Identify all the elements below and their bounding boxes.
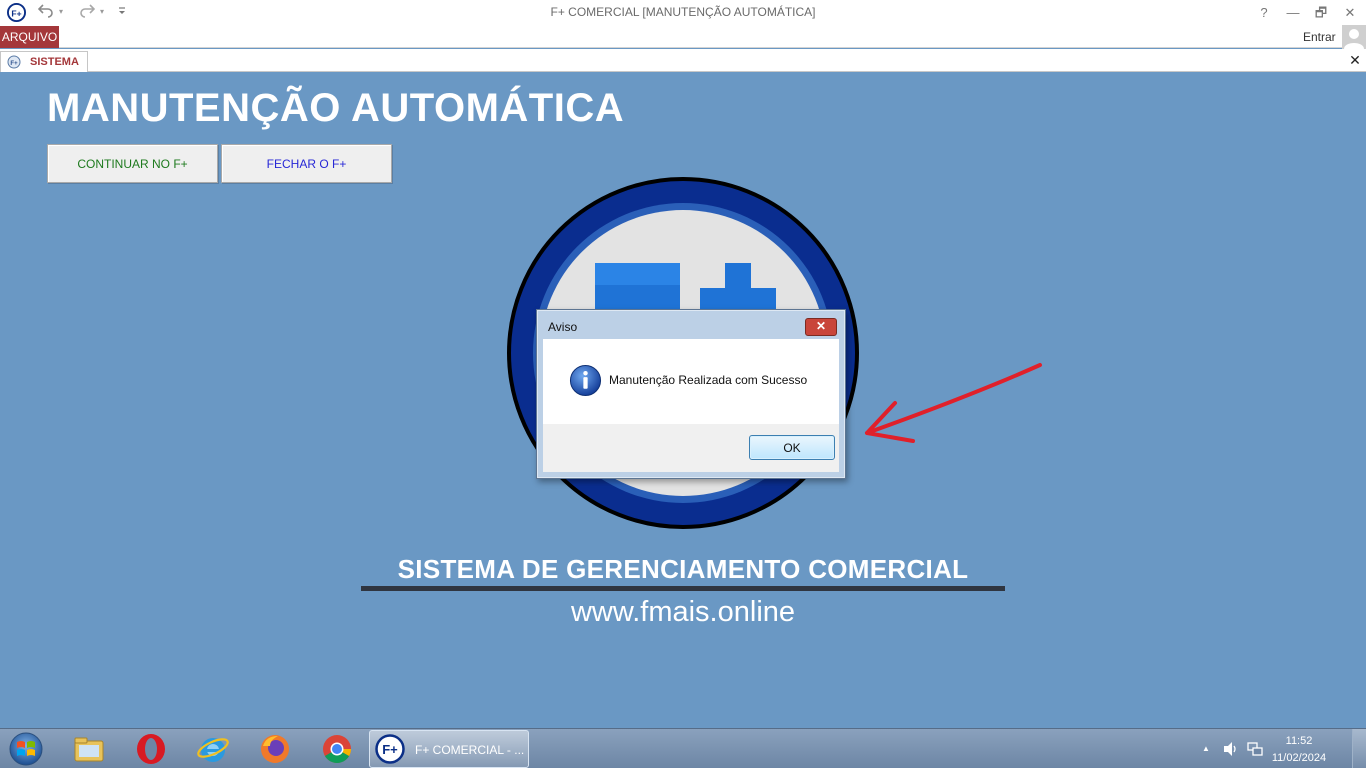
sign-in-link[interactable]: Entrar bbox=[1303, 30, 1336, 44]
taskbar-item-label: F+ COMERCIAL - ... bbox=[415, 743, 525, 757]
opera-icon[interactable] bbox=[134, 732, 168, 766]
windows-start-icon[interactable] bbox=[6, 731, 46, 767]
divider-line bbox=[361, 586, 1005, 591]
window-title: F+ COMERCIAL [MANUTENÇÃO AUTOMÁTICA] bbox=[550, 5, 816, 19]
dialog-footer: OK bbox=[543, 424, 839, 472]
svg-text:F+: F+ bbox=[10, 61, 18, 67]
file-tab[interactable]: ARQUIVO bbox=[0, 26, 59, 48]
minimize-button[interactable]: — bbox=[1279, 0, 1307, 25]
internet-explorer-icon[interactable] bbox=[196, 732, 230, 766]
clock-time[interactable]: 11:52 bbox=[1270, 735, 1328, 747]
close-app-button[interactable]: FECHAR O F+ bbox=[221, 144, 392, 183]
svg-text:F+: F+ bbox=[11, 8, 21, 18]
help-button[interactable]: ? bbox=[1250, 0, 1278, 25]
ribbon-bar: ARQUIVO Entrar bbox=[0, 25, 1366, 48]
website-link: www.fmais.online bbox=[570, 596, 796, 628]
clock-date[interactable]: 11/02/2024 bbox=[1270, 752, 1328, 764]
redo-dropdown-icon[interactable]: ▾ bbox=[100, 4, 104, 20]
customize-quick-access-icon[interactable] bbox=[117, 2, 127, 22]
tab-label: SISTEMA bbox=[30, 56, 79, 68]
restore-button[interactable]: 🗗 bbox=[1307, 0, 1335, 25]
network-icon[interactable] bbox=[1246, 741, 1264, 757]
svg-text:F+: F+ bbox=[382, 742, 398, 757]
system-name: SISTEMA DE GERENCIAMENTO COMERCIAL bbox=[397, 554, 969, 584]
fmais-app-icon: F+ bbox=[375, 734, 405, 764]
close-window-button[interactable]: ✕ bbox=[1336, 0, 1364, 25]
dialog-message: Manutenção Realizada com Sucesso bbox=[609, 373, 808, 387]
dialog-body: Manutenção Realizada com Sucesso bbox=[543, 339, 839, 424]
document-tab-bar: F+ SISTEMA ✕ bbox=[0, 49, 1366, 72]
volume-icon[interactable] bbox=[1222, 741, 1240, 757]
file-explorer-icon[interactable] bbox=[72, 732, 106, 766]
ok-button[interactable]: OK bbox=[749, 435, 835, 460]
dialog-title: Aviso bbox=[548, 320, 578, 334]
continue-button[interactable]: CONTINUAR NO F+ bbox=[47, 144, 218, 183]
tab-sistema[interactable]: F+ SISTEMA bbox=[0, 51, 88, 72]
form-icon: F+ bbox=[7, 55, 21, 69]
undo-dropdown-icon[interactable]: ▾ bbox=[59, 4, 63, 20]
taskbar: F+ F+ COMERCIAL - ... ▲ 11:52 11/02/2024 bbox=[0, 728, 1366, 768]
close-tab-button[interactable]: ✕ bbox=[1347, 51, 1363, 69]
annotation-arrow-icon bbox=[865, 363, 1042, 443]
taskbar-item-fmais[interactable]: F+ F+ COMERCIAL - ... bbox=[369, 730, 529, 768]
title-bar: F+ ▾ ▾ F+ COMERCIAL [MANUTENÇÃO AUTOMÁTI… bbox=[0, 0, 1366, 25]
redo-icon[interactable] bbox=[79, 2, 96, 22]
info-icon bbox=[569, 364, 602, 397]
chrome-icon[interactable] bbox=[320, 732, 354, 766]
alert-dialog: Aviso ✕ Manutenção Realizada com Sucesso… bbox=[536, 309, 846, 479]
firefox-icon[interactable] bbox=[258, 732, 292, 766]
user-avatar-icon[interactable] bbox=[1342, 25, 1366, 49]
page-title: MANUTENÇÃO AUTOMÁTICA bbox=[47, 86, 625, 130]
show-desktop-button[interactable] bbox=[1352, 729, 1366, 768]
undo-icon[interactable] bbox=[37, 2, 54, 22]
tray-overflow-icon[interactable]: ▲ bbox=[1200, 741, 1212, 757]
dialog-close-button[interactable]: ✕ bbox=[805, 318, 837, 336]
app-logo-icon: F+ bbox=[7, 3, 26, 22]
